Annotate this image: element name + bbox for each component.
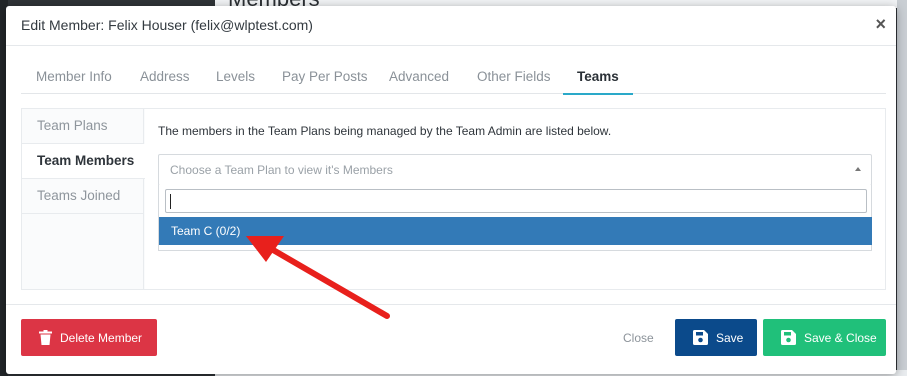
tab-advanced[interactable]: Advanced bbox=[389, 69, 449, 94]
tab-other-fields[interactable]: Other Fields bbox=[477, 69, 551, 94]
trash-icon bbox=[39, 330, 52, 345]
team-plan-select[interactable]: Choose a Team Plan to view it's Members bbox=[158, 154, 872, 186]
team-plan-dropdown: Team C (0/2) bbox=[158, 185, 872, 251]
team-plan-select-placeholder: Choose a Team Plan to view it's Members bbox=[170, 163, 393, 177]
teams-subnav: Team Plans Team Members Teams Joined bbox=[22, 109, 145, 289]
delete-member-button[interactable]: Delete Member bbox=[21, 319, 157, 356]
team-members-content: The members in the Team Plans being mana… bbox=[145, 109, 885, 289]
save-and-close-label: Save & Close bbox=[804, 330, 877, 345]
floppy-disk-icon bbox=[781, 330, 796, 345]
caret-up-icon bbox=[855, 167, 861, 171]
tab-address[interactable]: Address bbox=[140, 69, 190, 94]
tab-pay-per-posts[interactable]: Pay Per Posts bbox=[282, 69, 368, 94]
subnav-item-teams-joined[interactable]: Teams Joined bbox=[22, 179, 144, 214]
floppy-disk-icon bbox=[693, 330, 708, 345]
member-tabs: Member Info Address Levels Pay Per Posts… bbox=[21, 64, 886, 95]
save-label: Save bbox=[716, 330, 744, 345]
dropdown-search-input[interactable] bbox=[165, 189, 867, 213]
modal-header: Edit Member: Felix Houser (felix@wlptest… bbox=[6, 6, 896, 46]
teams-panel: Team Plans Team Members Teams Joined The… bbox=[21, 108, 886, 290]
team-members-description: The members in the Team Plans being mana… bbox=[158, 124, 612, 138]
close-icon[interactable]: × bbox=[875, 15, 886, 33]
background-right-strip bbox=[897, 0, 907, 376]
edit-member-modal: Edit Member: Felix Houser (felix@wlptest… bbox=[6, 6, 896, 374]
text-cursor bbox=[170, 194, 171, 209]
dropdown-option-team-c[interactable]: Team C (0/2) bbox=[159, 217, 872, 245]
close-button[interactable]: Close bbox=[623, 331, 654, 345]
save-button[interactable]: Save bbox=[675, 319, 757, 356]
save-and-close-button[interactable]: Save & Close bbox=[763, 319, 886, 356]
tab-teams[interactable]: Teams bbox=[563, 69, 633, 95]
delete-member-label: Delete Member bbox=[60, 330, 143, 345]
subnav-item-team-members[interactable]: Team Members bbox=[22, 144, 145, 179]
modal-title: Edit Member: Felix Houser (felix@wlptest… bbox=[21, 17, 313, 33]
subnav-item-team-plans[interactable]: Team Plans bbox=[22, 109, 144, 144]
footer-divider bbox=[6, 304, 896, 305]
tab-member-info[interactable]: Member Info bbox=[36, 69, 112, 94]
tab-levels[interactable]: Levels bbox=[216, 69, 255, 94]
